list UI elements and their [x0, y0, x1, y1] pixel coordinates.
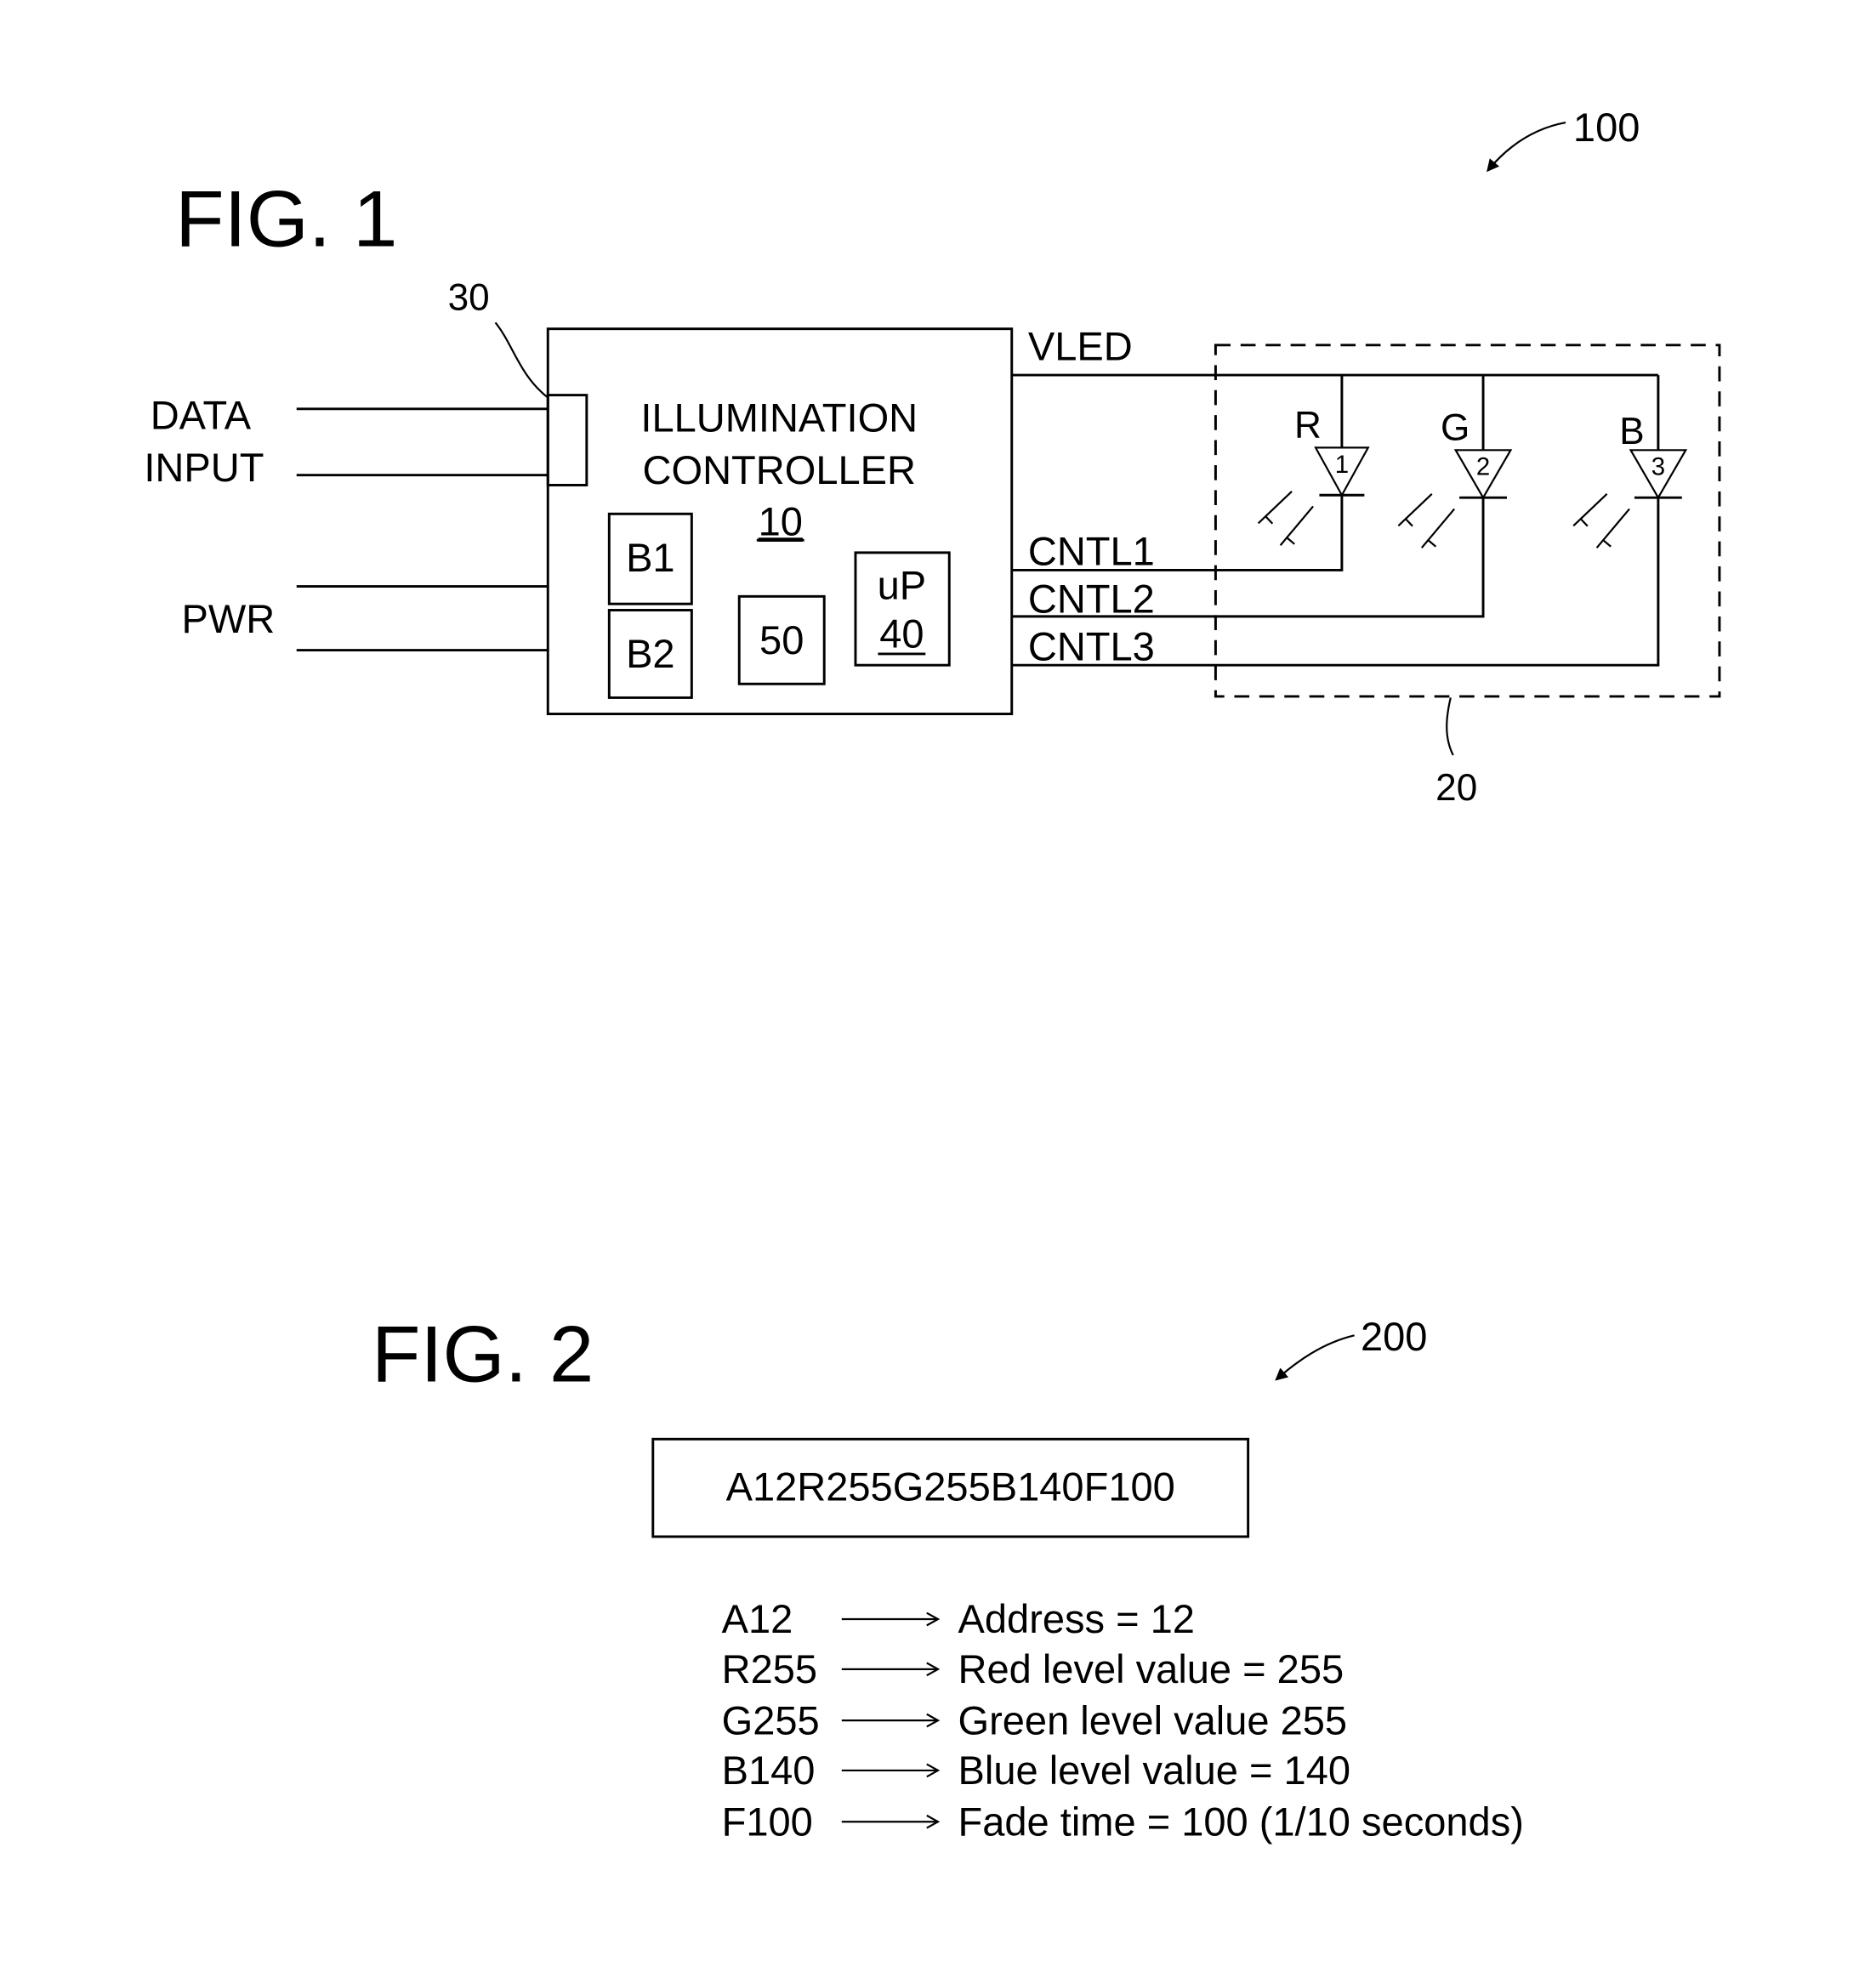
light-emission-arrow-icon — [1595, 508, 1630, 548]
led-blue: B 3 — [1572, 375, 1688, 548]
led-red-color-label: R — [1294, 405, 1322, 446]
data-input-label-line1: DATA — [151, 392, 252, 437]
connector-ref-label: 30 — [448, 277, 490, 319]
legend-code: B140 — [722, 1748, 816, 1793]
light-emission-arrow-icon — [1420, 508, 1456, 548]
power-label: PWR — [181, 596, 275, 641]
patent-drawing: FIG. 1 100 30 DATA INPUT PWR ILLUMINATIO… — [144, 105, 1721, 1844]
legend-code: G255 — [722, 1697, 820, 1742]
figure-2-ref-arrow — [1275, 1334, 1355, 1381]
controller-title-line1: ILLUMINATION — [640, 395, 918, 440]
legend-code: F100 — [722, 1799, 813, 1844]
figure-1: FIG. 1 100 30 DATA INPUT PWR ILLUMINATIO… — [144, 105, 1721, 809]
system-ref-arrow — [1487, 122, 1566, 173]
microprocessor-ref: 40 — [879, 611, 924, 656]
block-b1-label: B1 — [626, 535, 675, 580]
block-b2-label: B2 — [626, 631, 675, 676]
data-connector-30 — [546, 394, 588, 486]
light-emission-arrow-icon — [1397, 492, 1433, 527]
cntl3-label: CNTL3 — [1028, 623, 1155, 668]
light-emission-arrow-icon — [1572, 492, 1608, 527]
system-ref-label: 100 — [1573, 105, 1640, 150]
led-group: 20 R 1 G 2 B 3 — [1214, 344, 1721, 809]
figure-2: FIG. 2 200 A12R255G255B140F100 A12 Addre… — [372, 1310, 1524, 1844]
led-green: G 2 — [1397, 375, 1513, 548]
led-blue-color-label: B — [1619, 411, 1644, 452]
vled-label: VLED — [1028, 323, 1133, 368]
block-50-label: 50 — [759, 617, 804, 662]
led-group-boundary — [1214, 344, 1721, 698]
cntl2-label: CNTL2 — [1028, 576, 1155, 621]
legend-row: A12 Address = 12 — [722, 1596, 1195, 1641]
command-legend: A12 Address = 12 R255 Red level value = … — [722, 1596, 1524, 1844]
system-reference: 100 — [1487, 105, 1640, 173]
legend-meaning: Address = 12 — [958, 1596, 1195, 1641]
data-input-label-line2: INPUT — [144, 445, 264, 490]
legend-meaning: Green level value 255 — [958, 1697, 1348, 1742]
legend-meaning: Blue level value = 140 — [958, 1748, 1351, 1793]
controller-title-line2: CONTROLLER — [643, 447, 916, 492]
legend-code: A12 — [722, 1596, 793, 1641]
light-emission-arrow-icon — [1257, 491, 1293, 525]
microprocessor-label: uP — [878, 562, 927, 607]
legend-code: R255 — [722, 1646, 817, 1691]
connector-ref-leader — [494, 321, 549, 399]
legend-meaning: Red level value = 255 — [958, 1646, 1344, 1691]
legend-row: R255 Red level value = 255 — [722, 1646, 1344, 1691]
figure-2-ref-label: 200 — [1361, 1314, 1427, 1359]
legend-row: F100 Fade time = 100 (1/10 seconds) — [722, 1799, 1524, 1844]
led-red: R 1 — [1257, 375, 1370, 546]
controller-ref: 10 — [759, 498, 803, 543]
light-emission-arrow-icon — [1279, 505, 1314, 546]
figure-1-title: FIG. 1 — [175, 174, 397, 264]
command-string: A12R255G255B140F100 — [726, 1464, 1175, 1509]
led-green-number: 2 — [1476, 453, 1490, 481]
led-group-ref-label: 20 — [1435, 767, 1477, 809]
illumination-controller: ILLUMINATION CONTROLLER 10 B1 B2 50 uP 4… — [546, 327, 1014, 716]
legend-row: G255 Green level value 255 — [722, 1697, 1347, 1742]
cntl1-label: CNTL1 — [1028, 529, 1155, 574]
legend-meaning: Fade time = 100 (1/10 seconds) — [958, 1799, 1524, 1844]
legend-row: B140 Blue level value = 140 — [722, 1748, 1350, 1793]
led-green-color-label: G — [1441, 407, 1470, 449]
led-red-number: 1 — [1335, 451, 1349, 479]
led-group-ref-leader — [1446, 697, 1454, 756]
figure-2-title: FIG. 2 — [372, 1310, 594, 1399]
led-blue-number: 3 — [1651, 453, 1665, 481]
